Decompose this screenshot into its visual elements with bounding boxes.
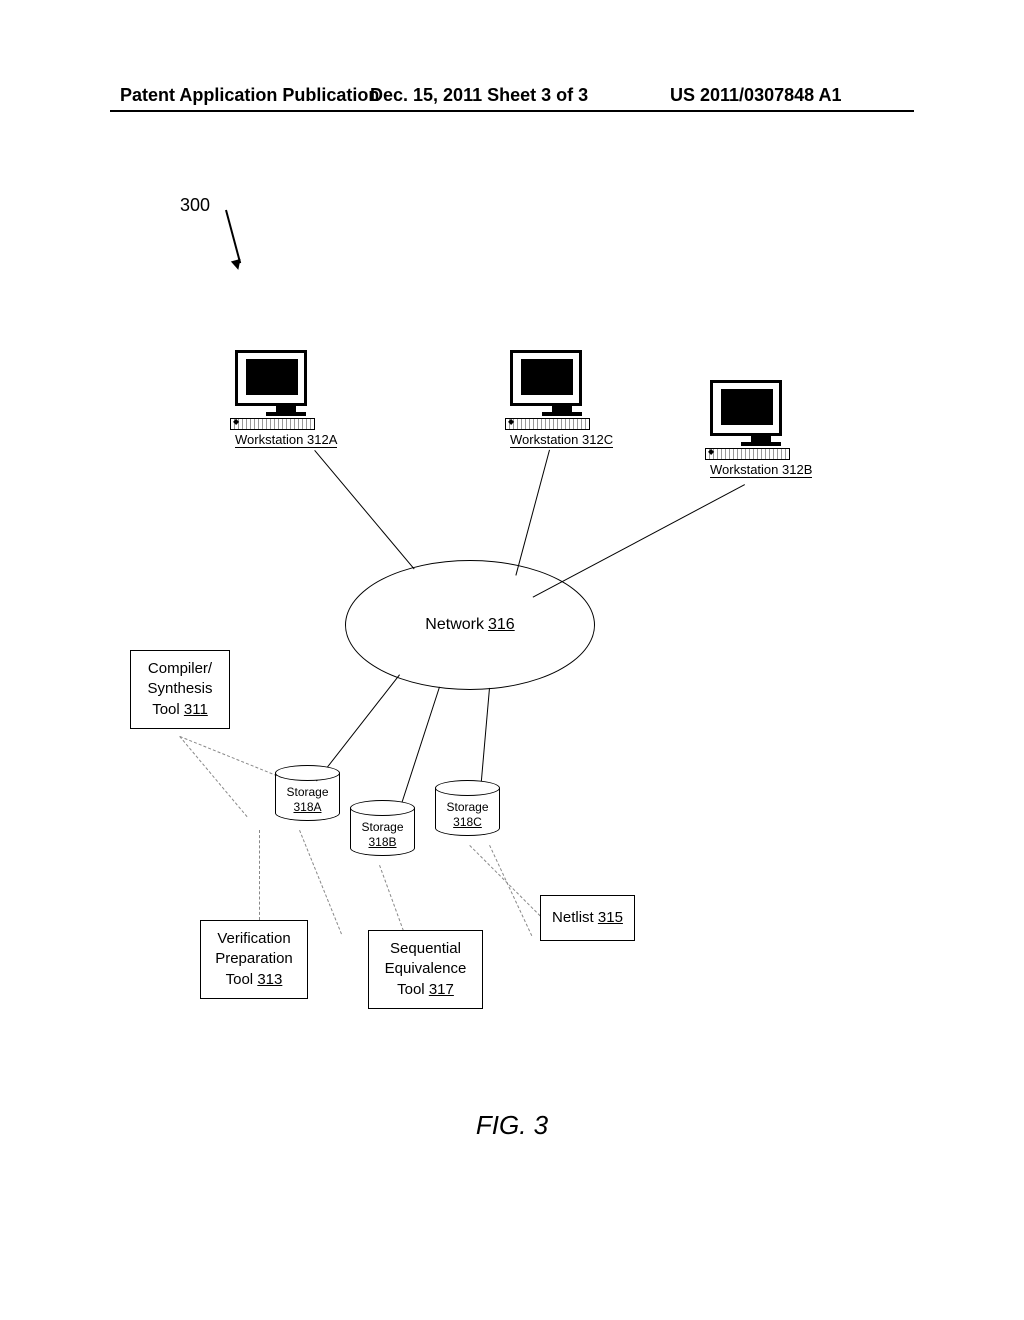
workstation-a: Workstation 312A <box>235 350 337 448</box>
workstation-c-label: Workstation 312C <box>510 432 613 448</box>
network-node: Network 316 <box>345 560 595 690</box>
workstation-b: Workstation 312B <box>710 380 812 478</box>
connector-dashed <box>489 845 532 936</box>
workstation-b-label: Workstation 312B <box>710 462 812 478</box>
reference-arrow-head <box>231 259 243 271</box>
verification-box: Verification Preparation Tool 313 <box>200 920 308 999</box>
connector-line <box>480 688 490 788</box>
header-right: US 2011/0307848 A1 <box>670 85 841 106</box>
figure-label: FIG. 3 <box>0 1110 1024 1141</box>
connector-dashed <box>180 736 282 778</box>
connector-line <box>533 484 745 598</box>
connector-dashed <box>179 736 247 817</box>
monitor-icon <box>510 350 582 406</box>
reference-arrow-line <box>225 210 241 264</box>
connector-dashed <box>469 845 551 927</box>
reference-number: 300 <box>180 195 210 216</box>
cylinder-icon <box>350 800 415 816</box>
connector-dashed <box>299 830 342 934</box>
keyboard-icon <box>505 418 590 430</box>
workstation-a-label: Workstation 312A <box>235 432 337 448</box>
header-rule <box>110 110 914 112</box>
monitor-icon <box>710 380 782 436</box>
connector-line <box>515 450 550 576</box>
cylinder-icon <box>275 765 340 781</box>
sequential-box: Sequential Equivalence Tool 317 <box>368 930 483 1009</box>
header-center: Dec. 15, 2011 Sheet 3 of 3 <box>370 85 588 106</box>
connector-dashed <box>259 830 260 920</box>
compiler-box: Compiler/ Synthesis Tool 311 <box>130 650 230 729</box>
connector-line <box>314 450 414 569</box>
keyboard-icon <box>705 448 790 460</box>
storage-a: Storage 318A <box>275 765 340 821</box>
monitor-icon <box>235 350 307 406</box>
cylinder-icon <box>435 780 500 796</box>
keyboard-icon <box>230 418 315 430</box>
diagram-area: 300 Workstation 312A Workstation 312C <box>0 180 1024 1180</box>
storage-b: Storage 318B <box>350 800 415 856</box>
storage-c: Storage 318C <box>435 780 500 836</box>
netlist-box: Netlist 315 <box>540 895 635 941</box>
header-left: Patent Application Publication <box>120 85 379 106</box>
workstation-c: Workstation 312C <box>510 350 613 448</box>
